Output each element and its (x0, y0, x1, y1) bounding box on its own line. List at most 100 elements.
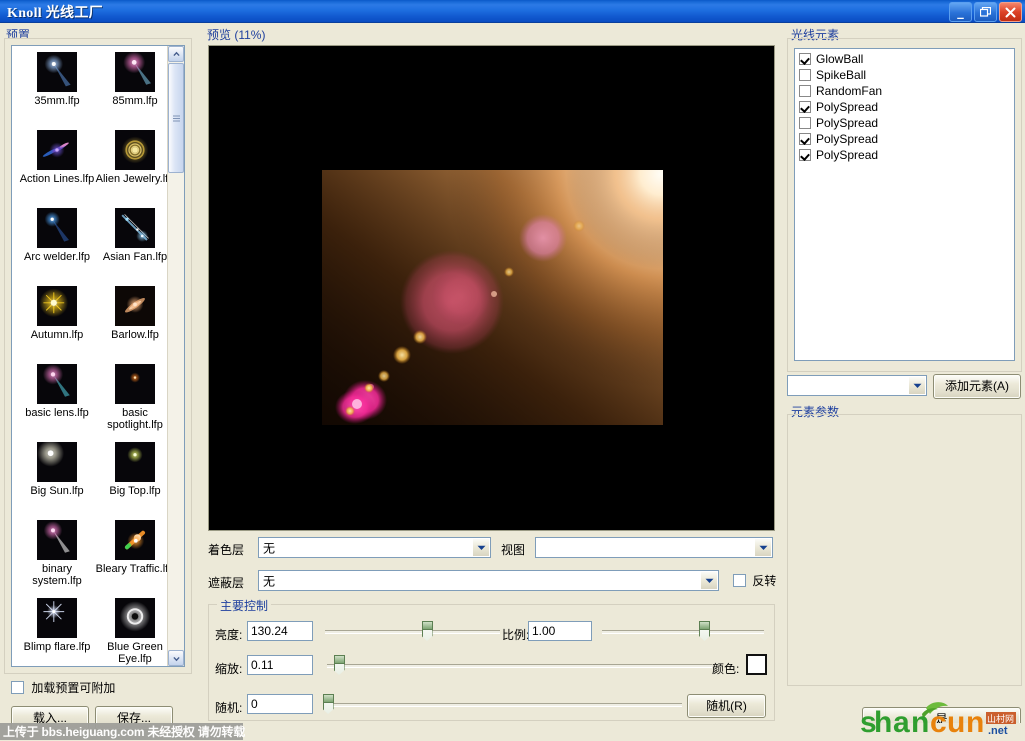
window-title: Knoll 光线工厂 (7, 6, 103, 21)
ratio-slider-track (602, 630, 764, 634)
chevron-down-icon[interactable] (472, 539, 489, 556)
element-checkbox[interactable] (799, 133, 811, 145)
preset-item[interactable]: Autumn.lfp (16, 286, 98, 341)
invert-checkbox[interactable] (733, 574, 746, 587)
preset-item[interactable]: Action Lines.lfp (16, 130, 98, 185)
preset-thumbnail (37, 598, 77, 638)
brightness-slider[interactable] (325, 621, 500, 641)
preset-label: Alien Jewelry.lfp (95, 173, 168, 185)
light-element-row[interactable]: PolySpread (795, 115, 1014, 131)
chevron-down-icon[interactable] (908, 377, 925, 394)
element-checkbox[interactable] (799, 101, 811, 113)
minimize-button[interactable]: _ (949, 2, 972, 22)
preset-thumbnail (115, 442, 155, 482)
scroll-down-button[interactable] (168, 650, 184, 666)
preset-item[interactable]: Arc welder.lfp (16, 208, 98, 263)
element-name: GlowBall (816, 52, 864, 66)
zoom-input[interactable] (247, 655, 313, 675)
svg-text:n: n (966, 706, 984, 738)
preset-list[interactable]: 35mm.lfp 85mm.lfp Action Lines.lfp Alien… (11, 45, 185, 667)
zoom-slider[interactable] (327, 655, 712, 675)
element-name: PolySpread (816, 100, 879, 114)
invert-checkbox-row[interactable]: 反转 (733, 572, 776, 589)
color-label: 颜色: (712, 662, 740, 676)
append-preset-checkbox[interactable] (11, 681, 24, 694)
preset-label: Blue Green Eye.lfp (107, 641, 163, 665)
svg-text:u: u (947, 706, 965, 738)
scroll-thumb[interactable] (168, 63, 184, 173)
append-preset-checkbox-row[interactable]: 加载预置可附加 (11, 679, 115, 696)
logo-cn-text: 山村网 (987, 713, 1014, 724)
chevron-down-icon[interactable] (754, 539, 771, 556)
element-checkbox[interactable] (799, 85, 811, 97)
preset-label: basic lens.lfp (25, 407, 89, 419)
preset-thumbnail (37, 520, 77, 560)
brightness-slider-thumb[interactable] (421, 621, 433, 641)
random-slider-thumb[interactable] (322, 694, 334, 714)
preset-label: Barlow.lfp (111, 329, 159, 341)
close-button[interactable] (999, 2, 1022, 22)
preset-item[interactable]: Blimp flare.lfp (16, 598, 98, 653)
light-elements-list[interactable]: GlowBall SpikeBall RandomFan PolySpread Poly… (794, 48, 1015, 361)
brightness-input[interactable] (247, 621, 313, 641)
preset-label: binary system.lfp (32, 563, 82, 587)
preset-item[interactable]: basic spotlight.lfp (94, 364, 168, 431)
preset-item[interactable]: basic lens.lfp (16, 364, 98, 419)
preset-item[interactable]: Big Sun.lfp (16, 442, 98, 497)
view-combo[interactable] (535, 537, 773, 558)
element-checkbox[interactable] (799, 53, 811, 65)
shading-layer-value: 无 (263, 541, 276, 555)
lens-flare-render (209, 46, 774, 530)
preview-group-label: 预览 (11%) (207, 28, 266, 42)
element-checkbox[interactable] (799, 117, 811, 129)
random-slider[interactable] (322, 694, 682, 714)
preset-item[interactable]: Alien Jewelry.lfp (94, 130, 168, 185)
light-element-row[interactable]: PolySpread (795, 147, 1014, 163)
element-checkbox[interactable] (799, 149, 811, 161)
preset-item[interactable]: Asian Fan.lfp (94, 208, 168, 263)
random-input[interactable] (247, 694, 313, 714)
preset-item[interactable]: 85mm.lfp (94, 52, 168, 107)
ratio-slider[interactable] (602, 621, 764, 641)
light-element-row[interactable]: GlowBall (795, 51, 1014, 67)
preset-item[interactable]: binary system.lfp (16, 520, 98, 587)
element-name: SpikeBall (816, 68, 867, 82)
scroll-up-button[interactable] (168, 46, 184, 62)
preset-thumbnail (115, 598, 155, 638)
preset-scrollbar[interactable] (167, 46, 184, 666)
randomize-button[interactable]: 随机(R) (687, 694, 766, 718)
ratio-input[interactable] (528, 621, 592, 641)
mask-layer-value: 无 (263, 574, 276, 588)
view-label: 视图 (501, 543, 526, 557)
chevron-down-icon[interactable] (700, 572, 717, 589)
restore-glyph (980, 7, 991, 17)
preset-thumbnail (115, 130, 155, 170)
preset-item[interactable]: Barlow.lfp (94, 286, 168, 341)
element-name: PolySpread (816, 116, 879, 130)
color-swatch[interactable] (746, 654, 767, 675)
preset-item[interactable]: Blue Green Eye.lfp (94, 598, 168, 665)
restore-button[interactable] (974, 2, 997, 22)
preset-label: Asian Fan.lfp (102, 251, 168, 263)
add-element-button[interactable]: 添加元素(A) (933, 374, 1021, 399)
add-element-combo[interactable] (787, 375, 927, 396)
preset-item[interactable]: 35mm.lfp (16, 52, 98, 107)
window-buttons: _ (949, 2, 1022, 22)
preset-label: 35mm.lfp (34, 95, 80, 107)
light-element-row[interactable]: PolySpread (795, 99, 1014, 115)
preset-thumbnail (115, 520, 155, 560)
close-glyph (1005, 7, 1016, 17)
preset-item[interactable]: Big Top.lfp (94, 442, 168, 497)
preset-thumbnail (115, 286, 155, 326)
preset-item[interactable]: Bleary Traffic.lfp (94, 520, 168, 575)
element-checkbox[interactable] (799, 69, 811, 81)
preview-canvas[interactable] (208, 45, 775, 531)
shading-layer-combo[interactable]: 无 (258, 537, 491, 558)
light-element-row[interactable]: PolySpread (795, 131, 1014, 147)
zoom-slider-thumb[interactable] (333, 655, 345, 675)
mask-layer-combo[interactable]: 无 (258, 570, 719, 591)
invert-label: 反转 (752, 574, 777, 588)
light-element-row[interactable]: RandomFan (795, 83, 1014, 99)
ratio-slider-thumb[interactable] (699, 621, 711, 641)
light-element-row[interactable]: SpikeBall (795, 67, 1014, 83)
